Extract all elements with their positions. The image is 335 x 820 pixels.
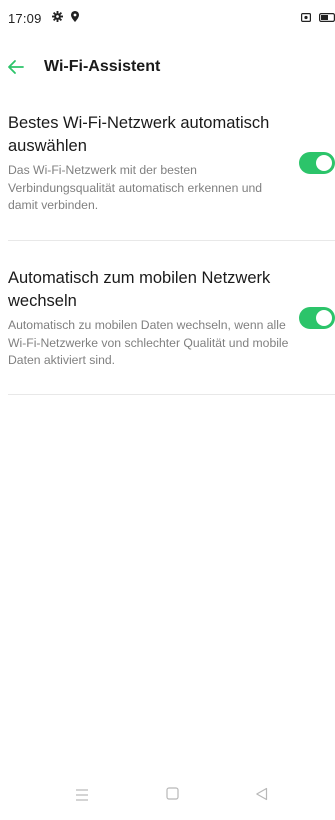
menu-icon[interactable] bbox=[75, 788, 89, 802]
home-icon[interactable] bbox=[166, 787, 179, 800]
back-icon[interactable] bbox=[255, 787, 268, 801]
header: Wi-Fi-Assistent bbox=[0, 52, 335, 84]
status-time: 17:09 bbox=[8, 11, 42, 26]
navigation-bar bbox=[0, 780, 335, 820]
setting-mobile-switch[interactable]: Automatisch zum mobilen Netzwerk wechsel… bbox=[0, 267, 335, 394]
location-pin-icon bbox=[71, 11, 79, 22]
toggle-knob bbox=[316, 310, 332, 326]
divider bbox=[8, 240, 335, 241]
mobile-switch-toggle[interactable] bbox=[299, 307, 335, 329]
toggle-knob bbox=[316, 155, 332, 171]
best-wifi-toggle[interactable] bbox=[299, 152, 335, 174]
screen-record-icon bbox=[301, 13, 311, 22]
setting-best-wifi[interactable]: Bestes Wi-Fi-Netzwerk automatisch auswäh… bbox=[0, 112, 335, 240]
back-arrow-icon[interactable] bbox=[6, 55, 26, 79]
divider bbox=[8, 394, 335, 395]
page-title: Wi-Fi-Assistent bbox=[44, 58, 161, 75]
battery-icon bbox=[319, 13, 335, 22]
gear-icon bbox=[52, 11, 63, 22]
setting-description: Automatisch zu mobilen Daten wechseln, w… bbox=[8, 318, 289, 367]
setting-description: Das Wi-Fi-Netzwerk mit der besten Verbin… bbox=[8, 163, 263, 212]
status-bar: 17:09 bbox=[0, 0, 335, 40]
setting-title: Bestes Wi-Fi-Netzwerk automatisch auswäh… bbox=[8, 114, 270, 155]
setting-title: Automatisch zum mobilen Netzwerk wechsel… bbox=[8, 269, 271, 310]
